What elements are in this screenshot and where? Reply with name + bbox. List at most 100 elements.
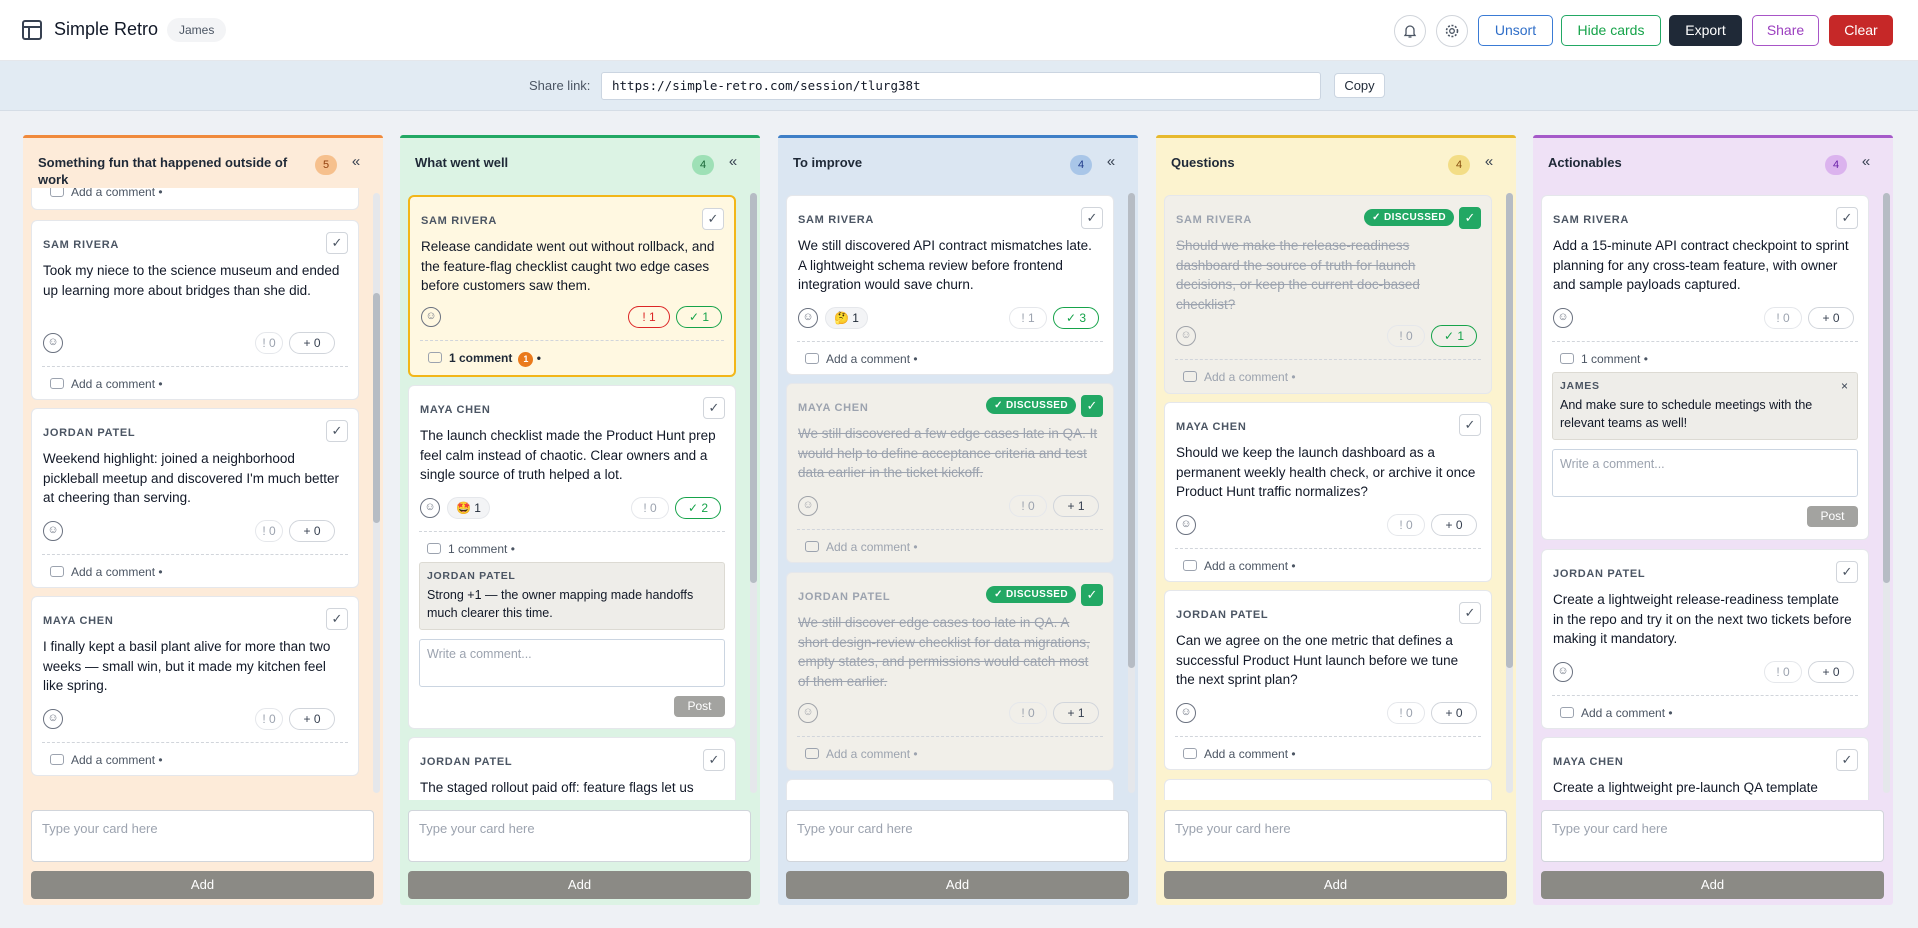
add-reaction-icon[interactable]: ☺ bbox=[1176, 326, 1196, 346]
comments-toggle[interactable]: 1 comment 1 • bbox=[428, 351, 541, 367]
new-card-input[interactable]: Type your card here bbox=[1164, 810, 1507, 862]
add-reaction-icon[interactable]: ☺ bbox=[43, 333, 63, 353]
share-button[interactable]: Share bbox=[1752, 15, 1819, 46]
add-comment-link[interactable]: Add a comment • bbox=[1183, 370, 1296, 384]
comments-toggle[interactable]: 1 comment • bbox=[427, 542, 515, 556]
add-comment-link[interactable]: Add a comment • bbox=[50, 565, 163, 579]
hide-cards-button[interactable]: Hide cards bbox=[1561, 15, 1661, 46]
mark-discussed-checkbox[interactable]: ✓ bbox=[1081, 395, 1103, 417]
agree-vote-button[interactable]: ✓ 3 bbox=[1053, 307, 1099, 329]
export-button[interactable]: Export bbox=[1669, 15, 1742, 46]
flag-vote-button[interactable]: ! 0 bbox=[1009, 495, 1047, 517]
flag-vote-button[interactable]: ! 0 bbox=[1387, 702, 1425, 724]
add-card-button[interactable]: Add bbox=[408, 871, 751, 899]
mark-discussed-checkbox[interactable]: ✓ bbox=[703, 397, 725, 419]
agree-vote-button[interactable]: ✓ 1 bbox=[1431, 325, 1477, 347]
agree-vote-button[interactable]: ✓ 2 bbox=[675, 497, 721, 519]
add-comment-link[interactable]: Add a comment • bbox=[50, 377, 163, 391]
add-card-button[interactable]: Add bbox=[1164, 871, 1507, 899]
unsort-button[interactable]: Unsort bbox=[1478, 15, 1553, 46]
mark-discussed-checkbox[interactable]: ✓ bbox=[326, 232, 348, 254]
flag-vote-button[interactable]: ! 0 bbox=[1764, 661, 1802, 683]
add-reaction-icon[interactable]: ☺ bbox=[420, 498, 440, 518]
post-comment-button[interactable]: Post bbox=[674, 696, 725, 717]
collapse-column-button[interactable]: « bbox=[1103, 153, 1119, 173]
mark-discussed-checkbox[interactable]: ✓ bbox=[703, 749, 725, 771]
mark-discussed-checkbox[interactable]: ✓ bbox=[1081, 207, 1103, 229]
mark-discussed-checkbox[interactable]: ✓ bbox=[1459, 602, 1481, 624]
add-reaction-icon[interactable]: ☺ bbox=[43, 709, 63, 729]
plus-vote-button[interactable]: + 1 bbox=[1053, 495, 1099, 517]
settings-button[interactable] bbox=[1436, 15, 1468, 47]
plus-vote-button[interactable]: + 0 bbox=[289, 520, 335, 542]
flag-vote-button[interactable]: ! 0 bbox=[255, 332, 283, 354]
flag-vote-button[interactable]: ! 1 bbox=[1009, 307, 1047, 329]
mark-discussed-checkbox[interactable]: ✓ bbox=[326, 420, 348, 442]
new-card-input[interactable]: Type your card here bbox=[408, 810, 751, 862]
collapse-column-button[interactable]: « bbox=[1858, 153, 1874, 173]
collapse-column-button[interactable]: « bbox=[348, 153, 364, 173]
add-reaction-icon[interactable]: ☺ bbox=[1553, 662, 1573, 682]
add-card-button[interactable]: Add bbox=[1541, 871, 1884, 899]
plus-vote-button[interactable]: + 0 bbox=[1808, 661, 1854, 683]
flag-vote-button[interactable]: ! 0 bbox=[255, 708, 283, 730]
copy-button[interactable]: Copy bbox=[1334, 73, 1385, 98]
new-card-input[interactable]: Type your card here bbox=[786, 810, 1129, 862]
emoji-reaction[interactable]: 🤔 1 bbox=[825, 307, 868, 329]
mark-discussed-checkbox[interactable]: ✓ bbox=[1836, 749, 1858, 771]
comment-input[interactable]: Write a comment... bbox=[1552, 449, 1858, 497]
flag-vote-button[interactable]: ! 1 bbox=[628, 306, 670, 328]
add-card-button[interactable]: Add bbox=[31, 871, 374, 899]
add-comment-link[interactable]: Add a comment • bbox=[50, 188, 163, 199]
add-reaction-icon[interactable]: ☺ bbox=[798, 703, 818, 723]
new-card-input[interactable]: Type your card here bbox=[1541, 810, 1884, 862]
flag-vote-button[interactable]: ! 0 bbox=[255, 520, 283, 542]
add-reaction-icon[interactable]: ☺ bbox=[798, 308, 818, 328]
delete-comment-icon[interactable]: × bbox=[1841, 379, 1848, 393]
mark-discussed-checkbox[interactable]: ✓ bbox=[1836, 207, 1858, 229]
add-comment-link[interactable]: Add a comment • bbox=[1183, 559, 1296, 573]
add-comment-link[interactable]: Add a comment • bbox=[805, 352, 918, 366]
mark-discussed-checkbox[interactable]: ✓ bbox=[1459, 207, 1481, 229]
mark-discussed-checkbox[interactable]: ✓ bbox=[326, 608, 348, 630]
post-comment-button[interactable]: Post bbox=[1807, 506, 1858, 527]
plus-vote-button[interactable]: + 0 bbox=[1431, 514, 1477, 536]
flag-vote-button[interactable]: ! 0 bbox=[1387, 325, 1425, 347]
plus-vote-button[interactable]: + 0 bbox=[289, 332, 335, 354]
add-reaction-icon[interactable]: ☺ bbox=[421, 307, 441, 327]
add-comment-link[interactable]: Add a comment • bbox=[805, 747, 918, 761]
add-reaction-icon[interactable]: ☺ bbox=[43, 521, 63, 541]
scrollbar-thumb[interactable] bbox=[1128, 193, 1135, 668]
flag-vote-button[interactable]: ! 0 bbox=[1764, 307, 1802, 329]
flag-vote-button[interactable]: ! 0 bbox=[1387, 514, 1425, 536]
scrollbar-thumb[interactable] bbox=[750, 193, 757, 583]
scrollbar-thumb[interactable] bbox=[1883, 193, 1890, 583]
new-card-input[interactable]: Type your card here bbox=[31, 810, 374, 862]
add-comment-link[interactable]: Add a comment • bbox=[805, 540, 918, 554]
mark-discussed-checkbox[interactable]: ✓ bbox=[1836, 561, 1858, 583]
scrollbar-thumb[interactable] bbox=[373, 293, 380, 523]
add-reaction-icon[interactable]: ☺ bbox=[1553, 308, 1573, 328]
notifications-button[interactable] bbox=[1394, 15, 1426, 47]
add-reaction-icon[interactable]: ☺ bbox=[1176, 703, 1196, 723]
mark-discussed-checkbox[interactable]: ✓ bbox=[1081, 584, 1103, 606]
plus-vote-button[interactable]: + 0 bbox=[289, 708, 335, 730]
plus-vote-button[interactable]: + 0 bbox=[1808, 307, 1854, 329]
add-card-button[interactable]: Add bbox=[786, 871, 1129, 899]
mark-discussed-checkbox[interactable]: ✓ bbox=[702, 208, 724, 230]
add-comment-link[interactable]: Add a comment • bbox=[1183, 747, 1296, 761]
clear-button[interactable]: Clear bbox=[1829, 15, 1893, 46]
plus-vote-button[interactable]: + 1 bbox=[1053, 702, 1099, 724]
flag-vote-button[interactable]: ! 0 bbox=[631, 497, 669, 519]
add-comment-link[interactable]: Add a comment • bbox=[50, 753, 163, 767]
flag-vote-button[interactable]: ! 0 bbox=[1009, 702, 1047, 724]
comments-toggle[interactable]: 1 comment • bbox=[1560, 352, 1648, 366]
mark-discussed-checkbox[interactable]: ✓ bbox=[1459, 414, 1481, 436]
agree-vote-button[interactable]: ✓ 1 bbox=[676, 306, 722, 328]
plus-vote-button[interactable]: + 0 bbox=[1431, 702, 1477, 724]
collapse-column-button[interactable]: « bbox=[1481, 153, 1497, 173]
add-reaction-icon[interactable]: ☺ bbox=[798, 496, 818, 516]
comment-input[interactable]: Write a comment... bbox=[419, 639, 725, 687]
add-comment-link[interactable]: Add a comment • bbox=[1560, 706, 1673, 720]
collapse-column-button[interactable]: « bbox=[725, 153, 741, 173]
